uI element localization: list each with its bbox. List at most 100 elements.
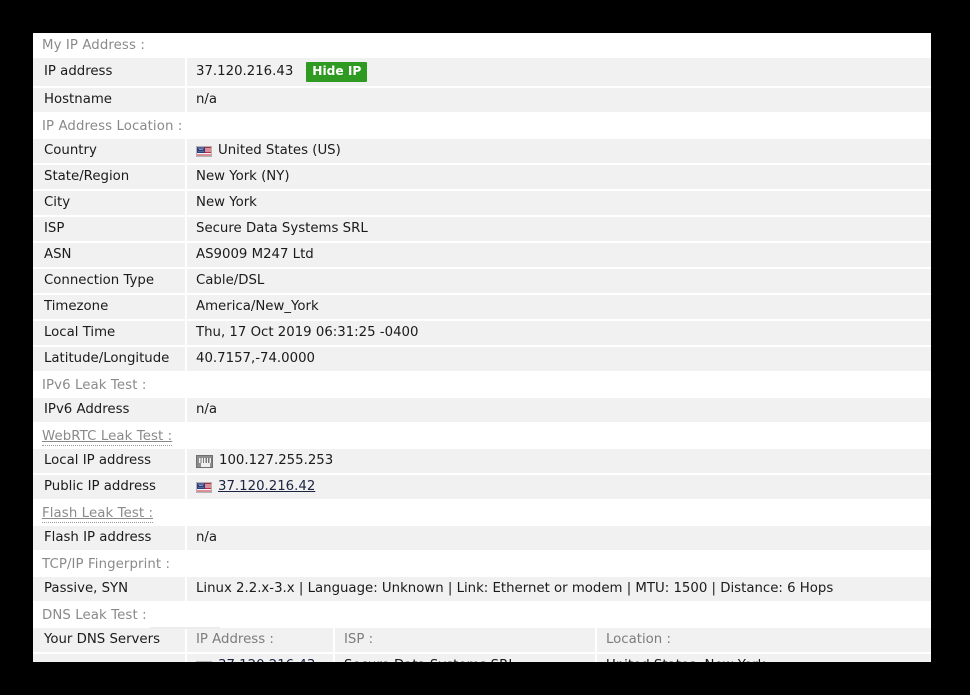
value-wrap-public-ip-address: 37.120.216.42 [196,479,931,495]
value-cell-ipv6-address: n/a [186,398,931,424]
value-link-public-ip-address[interactable]: 37.120.216.42 [218,479,315,495]
dns-server-spacer [33,653,187,662]
table-row-flash-ip-address: Flash IP address n/a [33,526,931,552]
value-wrap-lat-long: 40.7157,-74.0000 [196,351,931,367]
dns-server-ip-cell: 37.120.216.43 [186,653,335,662]
label-connection-type: Connection Type [33,268,187,295]
dns-server-row: 37.120.216.43 Secure Data Systems SRLUnit… [33,653,931,662]
value-flash-ip-address: n/a [196,530,218,545]
value-cell-passive-syn: Linux 2.2.x-3.x | Language: Unknown | Li… [186,577,931,603]
table-row-ipv6-address: IPv6 Address n/a [33,398,931,424]
value-wrap-local-time: Thu, 17 Oct 2019 06:31:25 -0400 [196,325,931,341]
section-title-webrtc-leak-test[interactable]: WebRTC Leak Test : [42,429,173,446]
section-header-dns-leak-test: DNS Leak Test : [33,602,931,628]
section-title-tcpip-fingerprint: TCP/IP Fingerprint : [42,557,171,572]
page-bottom-partial-element [150,627,220,629]
value-country: United States (US) [218,143,341,158]
value-ipv6-address: n/a [196,402,218,417]
table-row-public-ip-address: Public IP address 37.120.216.42 [33,474,931,501]
label-hostname: Hostname [33,87,187,114]
hide-ip-button[interactable]: Hide IP [306,62,368,82]
section-title-ipv6-leak-test: IPv6 Leak Test : [42,378,147,393]
us-flag-icon [196,145,212,157]
table-row-country: Country United States (US) [33,139,931,165]
value-state-region: New York (NY) [196,169,290,184]
label-passive-syn: Passive, SYN [33,577,187,603]
label-public-ip-address: Public IP address [33,474,187,501]
ip-report-sheet: My IP Address : IP address 37.120.216.43 Hi… [33,33,931,662]
label-flash-ip-address: Flash IP address [33,526,187,552]
section-header-cell: TCP/IP Fingerprint : [33,551,931,577]
table-row-hostname: Hostname n/a [33,87,931,114]
value-cell-isp: Secure Data Systems SRL [186,216,931,243]
value-wrap-local-ip-address: 100.127.255.253 [196,453,931,469]
section-header-ip-address-location: IP Address Location : [33,113,931,139]
ip-details-body: My IP Address : IP address 37.120.216.43 Hi… [33,33,931,662]
value-wrap-flash-ip-address: n/a [196,530,931,546]
value-wrap-country: United States (US) [196,143,931,159]
value-cell-connection-type: Cable/DSL [186,268,931,295]
ip-details-table: My IP Address : IP address 37.120.216.43 Hi… [33,33,931,662]
page-root: My IP Address : IP address 37.120.216.43 Hi… [0,0,970,695]
value-asn: AS9009 M247 Ltd [196,247,314,262]
value-wrap-state-region: New York (NY) [196,169,931,185]
value-lat-long: 40.7157,-74.0000 [196,351,315,366]
value-city: New York [196,195,257,210]
table-row-isp: ISP Secure Data Systems SRL [33,216,931,243]
value-wrap-passive-syn: Linux 2.2.x-3.x | Language: Unknown | Li… [196,581,931,597]
section-header-tcpip-fingerprint: TCP/IP Fingerprint : [33,551,931,577]
value-ip-address: 37.120.216.43 [196,64,294,79]
value-cell-ip-address: 37.120.216.43 Hide IP [186,58,931,88]
dns-column-location: Location : [596,628,931,654]
us-flag-icon [196,660,212,662]
value-wrap-isp: Secure Data Systems SRL [196,221,931,237]
label-lat-long: Latitude/Longitude [33,346,187,373]
lan-port-icon [196,454,213,468]
label-city: City [33,190,187,217]
value-cell-lat-long: 40.7157,-74.0000 [186,346,931,373]
section-header-my-ip-address: My IP Address : [33,33,931,58]
table-row-timezone: Timezone America/New_York [33,294,931,321]
value-cell-local-ip-address: 100.127.255.253 [186,449,931,475]
value-cell-country: United States (US) [186,139,931,165]
table-row-local-ip-address: Local IP address 100.127.255.253 [33,449,931,475]
value-wrap-hostname: n/a [196,92,931,108]
us-flag-icon [196,481,212,493]
value-cell-hostname: n/a [186,87,931,114]
value-local-ip-address: 100.127.255.253 [219,453,334,468]
label-timezone: Timezone [33,294,187,321]
label-state-region: State/Region [33,164,187,191]
section-title-dns-leak-test: DNS Leak Test : [42,608,147,623]
section-header-cell: Flash Leak Test : [33,500,931,526]
dns-server-ip-link[interactable]: 37.120.216.43 [218,658,315,662]
table-row-lat-long: Latitude/Longitude 40.7157,-74.0000 [33,346,931,373]
value-wrap-connection-type: Cable/DSL [196,273,931,289]
section-title-my-ip-address: My IP Address : [42,38,145,53]
value-cell-timezone: America/New_York [186,294,931,321]
table-row-connection-type: Connection Type Cable/DSL [33,268,931,295]
label-ip-address: IP address [33,58,187,88]
table-row-local-time: Local Time Thu, 17 Oct 2019 06:31:25 -040… [33,320,931,347]
section-header-flash-leak-test: Flash Leak Test : [33,500,931,526]
dns-column-isp: ISP : [334,628,597,654]
section-header-cell: WebRTC Leak Test : [33,423,931,449]
value-cell-public-ip-address: 37.120.216.42 [186,474,931,501]
table-row-state-region: State/Region New York (NY) [33,164,931,191]
value-wrap-ip-address: 37.120.216.43 Hide IP [196,62,931,82]
section-header-cell: DNS Leak Test : [33,602,931,628]
label-ipv6-address: IPv6 Address [33,398,187,424]
dns-table-header-row: Your DNS Servers IP Address : ISP : Locatio… [33,628,931,654]
value-connection-type: Cable/DSL [196,273,265,288]
section-title-flash-leak-test[interactable]: Flash Leak Test : [42,506,154,523]
value-passive-syn: Linux 2.2.x-3.x | Language: Unknown | Li… [196,581,834,596]
value-wrap-ipv6-address: n/a [196,402,931,418]
section-header-webrtc-leak-test: WebRTC Leak Test : [33,423,931,449]
value-isp: Secure Data Systems SRL [196,221,368,236]
value-timezone: America/New_York [196,299,319,314]
label-country: Country [33,139,187,165]
section-header-cell: IP Address Location : [33,113,931,139]
dns-server-ip-wrap: 37.120.216.43 [196,658,333,662]
dns-server-location: United States, New York [596,653,931,662]
value-cell-asn: AS9009 M247 Ltd [186,242,931,269]
value-cell-city: New York [186,190,931,217]
